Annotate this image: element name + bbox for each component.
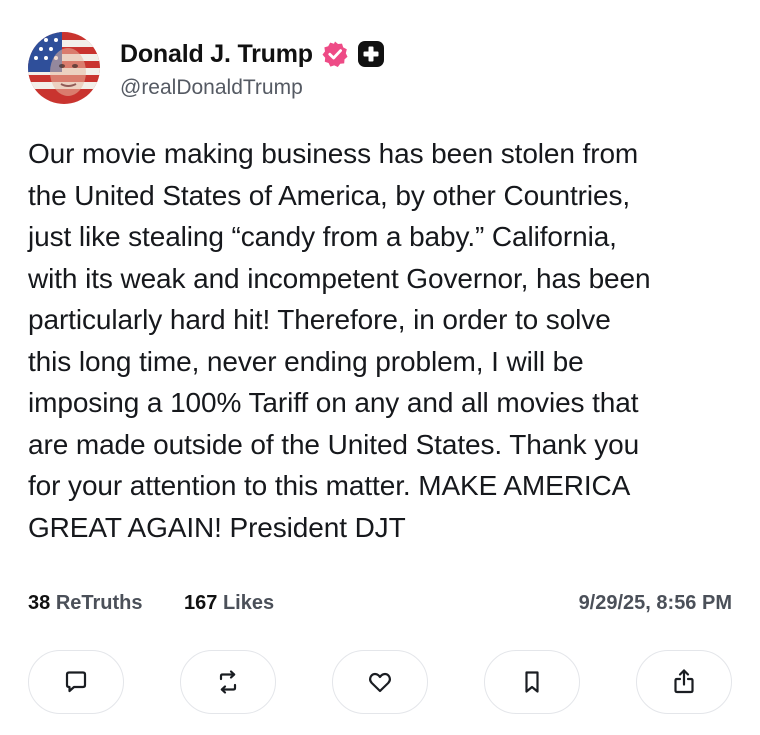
post-stats: 38 ReTruths 167 Likes 9/29/25, 8:56 PM	[28, 588, 732, 618]
bookmark-button[interactable]	[484, 650, 580, 714]
retruth-button[interactable]	[180, 650, 276, 714]
retruths-stat[interactable]: 38 ReTruths	[28, 592, 143, 615]
bookmark-icon	[525, 671, 539, 693]
likes-label: Likes	[222, 592, 275, 614]
name-row: Donald J. Trump	[120, 38, 385, 70]
action-bar	[28, 650, 732, 716]
retruths-label: ReTruths	[55, 592, 143, 614]
user-handle[interactable]: @realDonaldTrump	[120, 76, 303, 100]
like-icon	[368, 672, 392, 693]
retruth-icon	[219, 670, 237, 694]
like-button[interactable]	[332, 650, 428, 714]
likes-stat[interactable]: 167 Likes	[184, 592, 274, 615]
likes-count: 167	[184, 592, 218, 614]
avatar-image	[28, 32, 100, 104]
reply-icon	[65, 671, 87, 693]
avatar[interactable]	[28, 32, 100, 104]
post-header: Donald J. Trump @realDonaldTrump	[28, 30, 728, 104]
plus-badge-icon	[357, 40, 385, 68]
display-name[interactable]: Donald J. Trump	[120, 40, 313, 69]
post-timestamp: 9/29/25, 8:56 PM	[578, 592, 732, 614]
retruths-count: 38	[28, 592, 51, 614]
reply-button[interactable]	[28, 650, 124, 714]
share-button[interactable]	[636, 650, 732, 714]
share-icon	[674, 669, 694, 694]
post-text: Our movie making business has been stole…	[28, 138, 651, 543]
verified-badge-icon	[321, 40, 349, 68]
